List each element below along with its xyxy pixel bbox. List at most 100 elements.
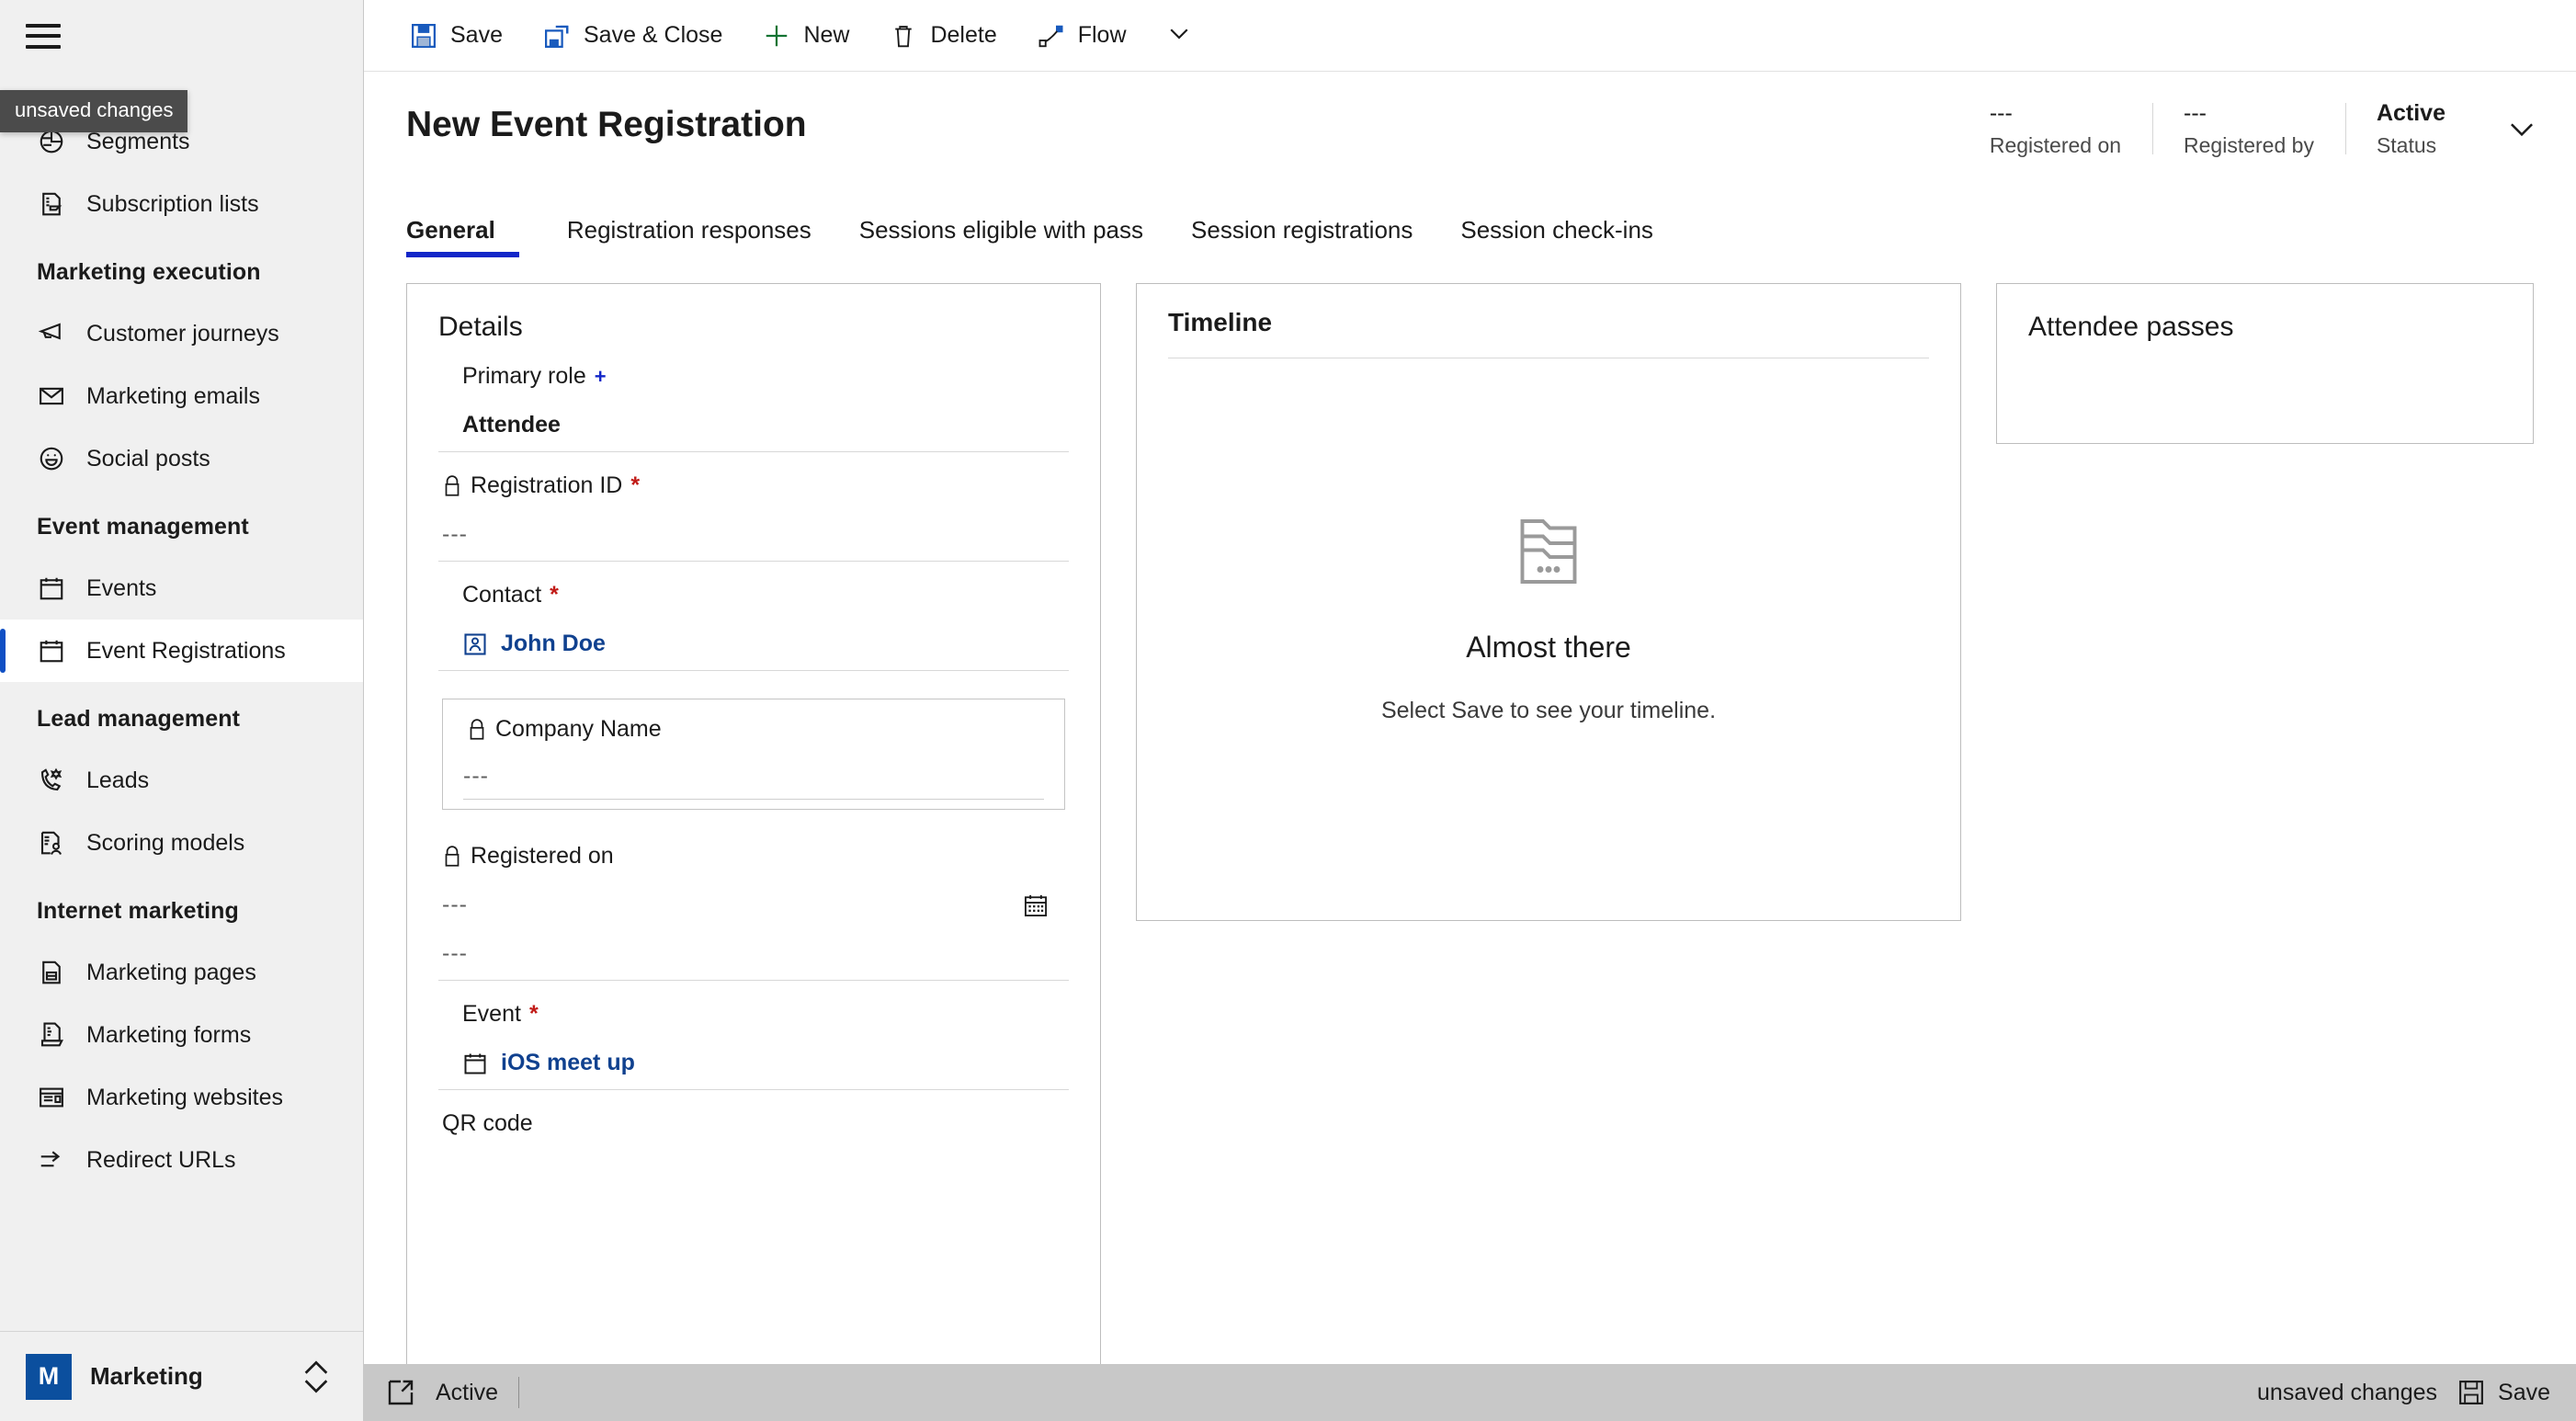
timeline-empty-title: Almost there — [1466, 631, 1631, 664]
primary-role-value: Attendee — [462, 412, 561, 438]
statusbar-save-button[interactable]: Save — [2457, 1379, 2550, 1406]
new-label: New — [803, 22, 850, 48]
hamburger-icon[interactable] — [26, 23, 61, 49]
sidebar-group-title: Internet marketing — [37, 898, 239, 924]
popout-icon[interactable] — [386, 1378, 415, 1407]
sidebar-item-marketing-pages[interactable]: Marketing pages — [0, 941, 363, 1004]
delete-label: Delete — [930, 22, 997, 48]
sidebar-item-marketing-websites[interactable]: Marketing websites — [0, 1066, 363, 1129]
primary-role-label: Primary role + — [462, 363, 607, 389]
command-overflow-button[interactable] — [1149, 10, 1209, 61]
field-event[interactable]: Event * iOS meet up — [438, 981, 1069, 1090]
calendar-icon — [464, 1053, 486, 1074]
sidebar-item-label: Customer journeys — [86, 320, 279, 347]
field-contact[interactable]: Contact * John Doe — [438, 562, 1069, 671]
header-field-status[interactable]: Active Status — [2344, 99, 2477, 158]
registration-id-label: Registration ID * — [442, 472, 1065, 499]
subscription-lists-icon — [37, 189, 66, 219]
sidebar-item-marketing-emails[interactable]: Marketing emails — [0, 365, 363, 427]
sidebar-group-title: Lead management — [37, 706, 241, 732]
save-and-close-button[interactable]: Save & Close — [525, 13, 741, 59]
sidebar-item-label: Event Registrations — [86, 637, 286, 664]
registered-on-field-label: Registered on — [442, 843, 1065, 870]
attendee-passes-card: Attendee passes — [1996, 283, 2534, 444]
header-expand-button[interactable] — [2477, 99, 2545, 158]
sidebar-item-subscription-lists[interactable]: Subscription lists — [0, 173, 363, 235]
sidebar-item-event-registrations[interactable]: Event Registrations — [0, 620, 363, 682]
statusbar-status: Active — [436, 1379, 499, 1405]
sitemap-toggle-wrap — [0, 0, 363, 72]
flow-icon — [1038, 25, 1063, 47]
event-value[interactable]: iOS meet up — [462, 1050, 1065, 1076]
contact-value[interactable]: John Doe — [462, 631, 1065, 657]
chevron-down-icon — [2511, 123, 2533, 137]
sidebar-item-customer-journeys[interactable]: Customer journeys — [0, 302, 363, 365]
sidebar-item-social-posts[interactable]: Social posts — [0, 427, 363, 490]
sidebar-item-marketing-forms[interactable]: Marketing forms — [0, 1004, 363, 1066]
passes-column: Attendee passes — [1996, 283, 2534, 1421]
main-area: Save Save & Close New Delete Flow New Ev… — [364, 0, 2576, 1421]
empty-folder-icon — [1520, 519, 1577, 584]
delete-button[interactable]: Delete — [871, 13, 1015, 59]
flow-label: Flow — [1077, 22, 1127, 48]
sidebar-group-title: Marketing execution — [37, 259, 261, 285]
sidebar-nav: Segments Subscription lists Marketing exec… — [0, 72, 363, 1331]
field-company-name[interactable]: Company Name --- — [442, 699, 1065, 810]
app-name: Marketing — [90, 1362, 203, 1390]
sidebar-item-redirect-urls[interactable]: Redirect URLs — [0, 1129, 363, 1191]
sidebar-item-label: Social posts — [86, 445, 210, 472]
company-name-input[interactable]: --- — [463, 763, 1044, 800]
sidebar-item-label: Subscription lists — [86, 190, 259, 217]
sidebar-item-leads[interactable]: Leads — [0, 749, 363, 812]
sidebar-item-label: Marketing emails — [86, 382, 260, 409]
lock-icon — [445, 474, 460, 496]
field-qr-code[interactable]: QR code — [438, 1090, 1069, 1150]
app-root: Segments Subscription lists Marketing exec… — [0, 0, 2576, 1421]
calendar-icon — [37, 574, 66, 603]
smiley-icon — [37, 444, 66, 473]
field-registration-id[interactable]: Registration ID * --- — [438, 452, 1069, 562]
registered-on-date-row: --- — [442, 892, 1065, 918]
timeline-empty-state: Almost there Select Save to see your tim… — [1168, 358, 1929, 873]
redirect-icon — [37, 1145, 66, 1175]
new-button[interactable]: New — [744, 13, 868, 59]
timeline-column: Timeline Almost there Select Save to see… — [1136, 283, 1961, 1421]
field-company-name-wrap: Company Name --- — [438, 671, 1069, 823]
tab-general[interactable]: General — [406, 216, 519, 257]
save-button[interactable]: Save — [392, 13, 521, 59]
field-primary-role[interactable]: Primary role + Attendee — [438, 343, 1069, 452]
tab-sessions-eligible-with-pass[interactable]: Sessions eligible with pass — [835, 216, 1167, 257]
chevron-updown-icon — [304, 1360, 328, 1393]
contact-label: Contact * — [462, 582, 559, 608]
sidebar-item-label: Marketing forms — [86, 1021, 252, 1048]
company-name-label: Company Name — [463, 716, 1044, 743]
megaphone-icon — [37, 319, 66, 348]
statusbar-unsaved: unsaved changes — [2257, 1379, 2438, 1405]
event-label: Event * — [462, 1001, 539, 1027]
app-switcher[interactable]: M Marketing — [0, 1331, 363, 1421]
save-label: Save — [450, 22, 503, 48]
sidebar-item-label: Events — [86, 574, 157, 601]
tab-registration-responses[interactable]: Registration responses — [543, 216, 835, 257]
sidebar-item-scoring-models[interactable]: Scoring models — [0, 812, 363, 874]
lock-icon — [445, 845, 460, 867]
record-header: New Event Registration --- Registered on… — [364, 72, 2576, 191]
details-card: Details Primary role + Attendee Registra… — [406, 283, 1101, 1421]
registered-on-time-value: --- — [442, 940, 468, 966]
required-marker: * — [550, 582, 559, 608]
timeline-empty-subtitle: Select Save to see your timeline. — [1380, 698, 1717, 723]
registered-on-date-value: --- — [442, 892, 468, 917]
marketing-page-icon — [37, 958, 66, 987]
tab-session-registrations[interactable]: Session registrations — [1167, 216, 1436, 257]
sidebar-item-events[interactable]: Events — [0, 557, 363, 620]
registered-on-value: --- — [1989, 100, 2013, 126]
statusbar-divider — [518, 1377, 520, 1408]
flow-button[interactable]: Flow — [1019, 13, 1145, 59]
lead-phone-icon — [37, 766, 66, 795]
field-registered-on[interactable]: Registered on --- --- — [438, 823, 1069, 981]
lock-icon — [470, 718, 484, 740]
qr-code-label: QR code — [442, 1110, 533, 1136]
calendar-picker-icon[interactable] — [1023, 892, 1049, 918]
chevron-down-icon — [1170, 28, 1188, 40]
tab-session-check-ins[interactable]: Session check-ins — [1436, 216, 1677, 257]
